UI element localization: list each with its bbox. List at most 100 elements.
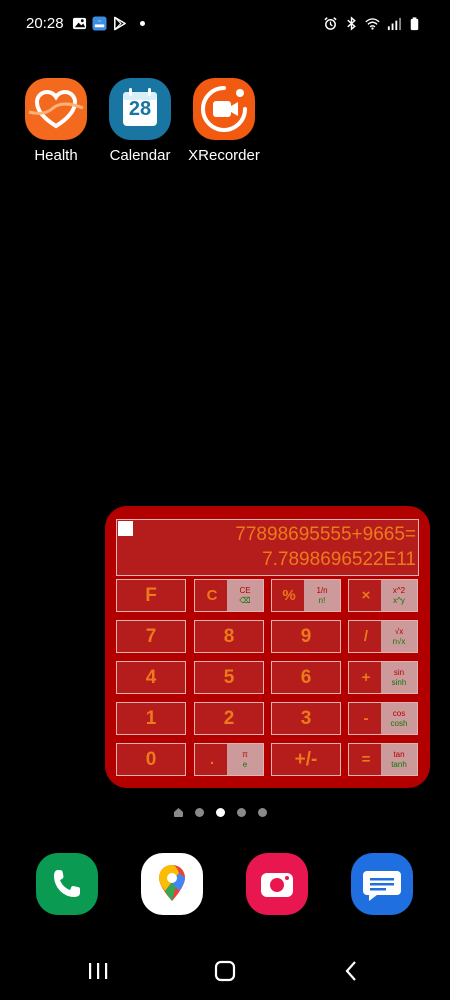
key-label: 3 (300, 707, 312, 729)
status-time: 20:28 (26, 15, 64, 32)
key-secondary-bottom: tanh (391, 759, 407, 769)
key-label: C (206, 587, 218, 604)
key-label: - (363, 710, 369, 727)
back-icon[interactable] (336, 956, 366, 986)
key-label: 2 (223, 707, 235, 729)
key-dot[interactable]: . πe (194, 743, 264, 776)
key-label: 5 (223, 666, 235, 688)
status-right-icons (323, 16, 422, 31)
key-label: 1 (145, 707, 157, 729)
key-1[interactable]: 1 (116, 702, 186, 735)
dock-phone[interactable] (36, 853, 98, 915)
health-heart-graphic (28, 89, 84, 129)
key-minus[interactable]: - cos cosh (348, 702, 418, 735)
dock-messages[interactable] (351, 853, 413, 915)
key-label: 7 (145, 625, 157, 647)
play-store-icon (114, 16, 126, 31)
key-secondary[interactable]: CE ⌫ (227, 580, 263, 611)
calendar-icon: 28 (109, 78, 171, 140)
home-page-icon[interactable] (174, 808, 183, 817)
key-secondary-top: 1/n (316, 585, 328, 595)
recents-icon[interactable] (83, 956, 113, 986)
calculator-widget: 77898695555+9665= 7.7898696522E11 F C CE… (105, 506, 430, 788)
key-9[interactable]: 9 (271, 620, 341, 653)
key-label: × (361, 587, 371, 604)
key-secondary-top: √x (394, 626, 404, 636)
page-dot[interactable] (237, 808, 246, 817)
key-divide[interactable]: / √x n√x (348, 620, 418, 653)
app-calendar[interactable]: 28 Calendar (100, 78, 180, 164)
key-secondary[interactable]: 1/n n! (304, 580, 340, 611)
key-secondary-bottom: ⌫ (239, 595, 251, 605)
calendar-day: 28 (128, 98, 152, 120)
notification-dot-icon (140, 21, 145, 26)
key-secondary-bottom: n! (318, 595, 326, 605)
key-secondary-top: π (242, 749, 248, 759)
home-icon[interactable] (210, 956, 240, 986)
key-label: = (361, 751, 371, 768)
key-4[interactable]: 4 (116, 661, 186, 694)
key-secondary-bottom: cosh (390, 718, 408, 728)
key-secondary[interactable]: tan tanh (381, 744, 417, 775)
app-health[interactable]: Health (16, 78, 96, 164)
page-dot-active[interactable] (216, 808, 225, 817)
key-secondary-top: tan (393, 749, 405, 759)
key-secondary[interactable]: √x n√x (381, 621, 417, 652)
maps-icon (159, 865, 185, 901)
key-label: 4 (145, 666, 157, 688)
app-label: Calendar (109, 147, 171, 164)
key-label: +/- (294, 748, 318, 770)
key-label: . (209, 751, 215, 768)
key-equals[interactable]: = tan tanh (348, 743, 418, 776)
key-c[interactable]: C CE ⌫ (194, 579, 264, 612)
key-label: F (145, 584, 157, 606)
key-6[interactable]: 6 (271, 661, 341, 694)
calculator-result: 7.7898696522E11 (262, 549, 416, 570)
camera-icon (261, 873, 293, 897)
recorder-graphic (201, 86, 247, 132)
key-label: 9 (300, 625, 312, 647)
calculator-display: 77898695555+9665= 7.7898696522E11 (116, 519, 419, 576)
key-sign[interactable]: +/- (271, 743, 341, 776)
svg-text:~: ~ (98, 20, 102, 25)
messages-icon (363, 871, 401, 901)
key-8[interactable]: 8 (194, 620, 264, 653)
page-dot[interactable] (195, 808, 204, 817)
page-dot[interactable] (258, 808, 267, 817)
gallery-icon (72, 17, 87, 30)
key-7[interactable]: 7 (116, 620, 186, 653)
dock-maps[interactable] (141, 853, 203, 915)
health-heart-icon (25, 78, 87, 140)
wifi-icon (365, 18, 380, 30)
key-percent[interactable]: % 1/n n! (271, 579, 341, 612)
status-left-icons: ~ (72, 16, 145, 31)
phone-icon (54, 870, 80, 897)
dock-camera[interactable] (246, 853, 308, 915)
key-label: % (282, 587, 296, 604)
key-2[interactable]: 2 (194, 702, 264, 735)
key-secondary[interactable]: πe (227, 744, 263, 775)
signal-icon (387, 17, 401, 31)
weather-icon: ~ (92, 16, 107, 31)
status-bar: 20:28 ~ (0, 0, 450, 50)
key-plus[interactable]: + sin sinh (348, 661, 418, 694)
key-label: 6 (300, 666, 312, 688)
key-0[interactable]: 0 (116, 743, 186, 776)
key-secondary[interactable]: sin sinh (381, 662, 417, 693)
key-label: / (363, 628, 369, 645)
key-3[interactable]: 3 (271, 702, 341, 735)
calculator-expression: 77898695555+9665= (235, 524, 416, 545)
key-label: 0 (145, 748, 157, 770)
key-secondary-bottom: sinh (391, 677, 407, 687)
key-secondary[interactable]: cos cosh (381, 703, 417, 734)
settings-square-icon[interactable] (118, 521, 133, 536)
key-multiply[interactable]: × x^2 x^y (348, 579, 418, 612)
app-xrecorder[interactable]: XRecorder (184, 78, 264, 164)
recorder-icon (193, 78, 255, 140)
key-secondary-top: CE (239, 585, 251, 595)
key-5[interactable]: 5 (194, 661, 264, 694)
page-indicator[interactable] (174, 808, 267, 817)
key-f[interactable]: F (116, 579, 186, 612)
key-secondary-bottom: n√x (392, 636, 406, 646)
key-secondary[interactable]: x^2 x^y (381, 580, 417, 611)
